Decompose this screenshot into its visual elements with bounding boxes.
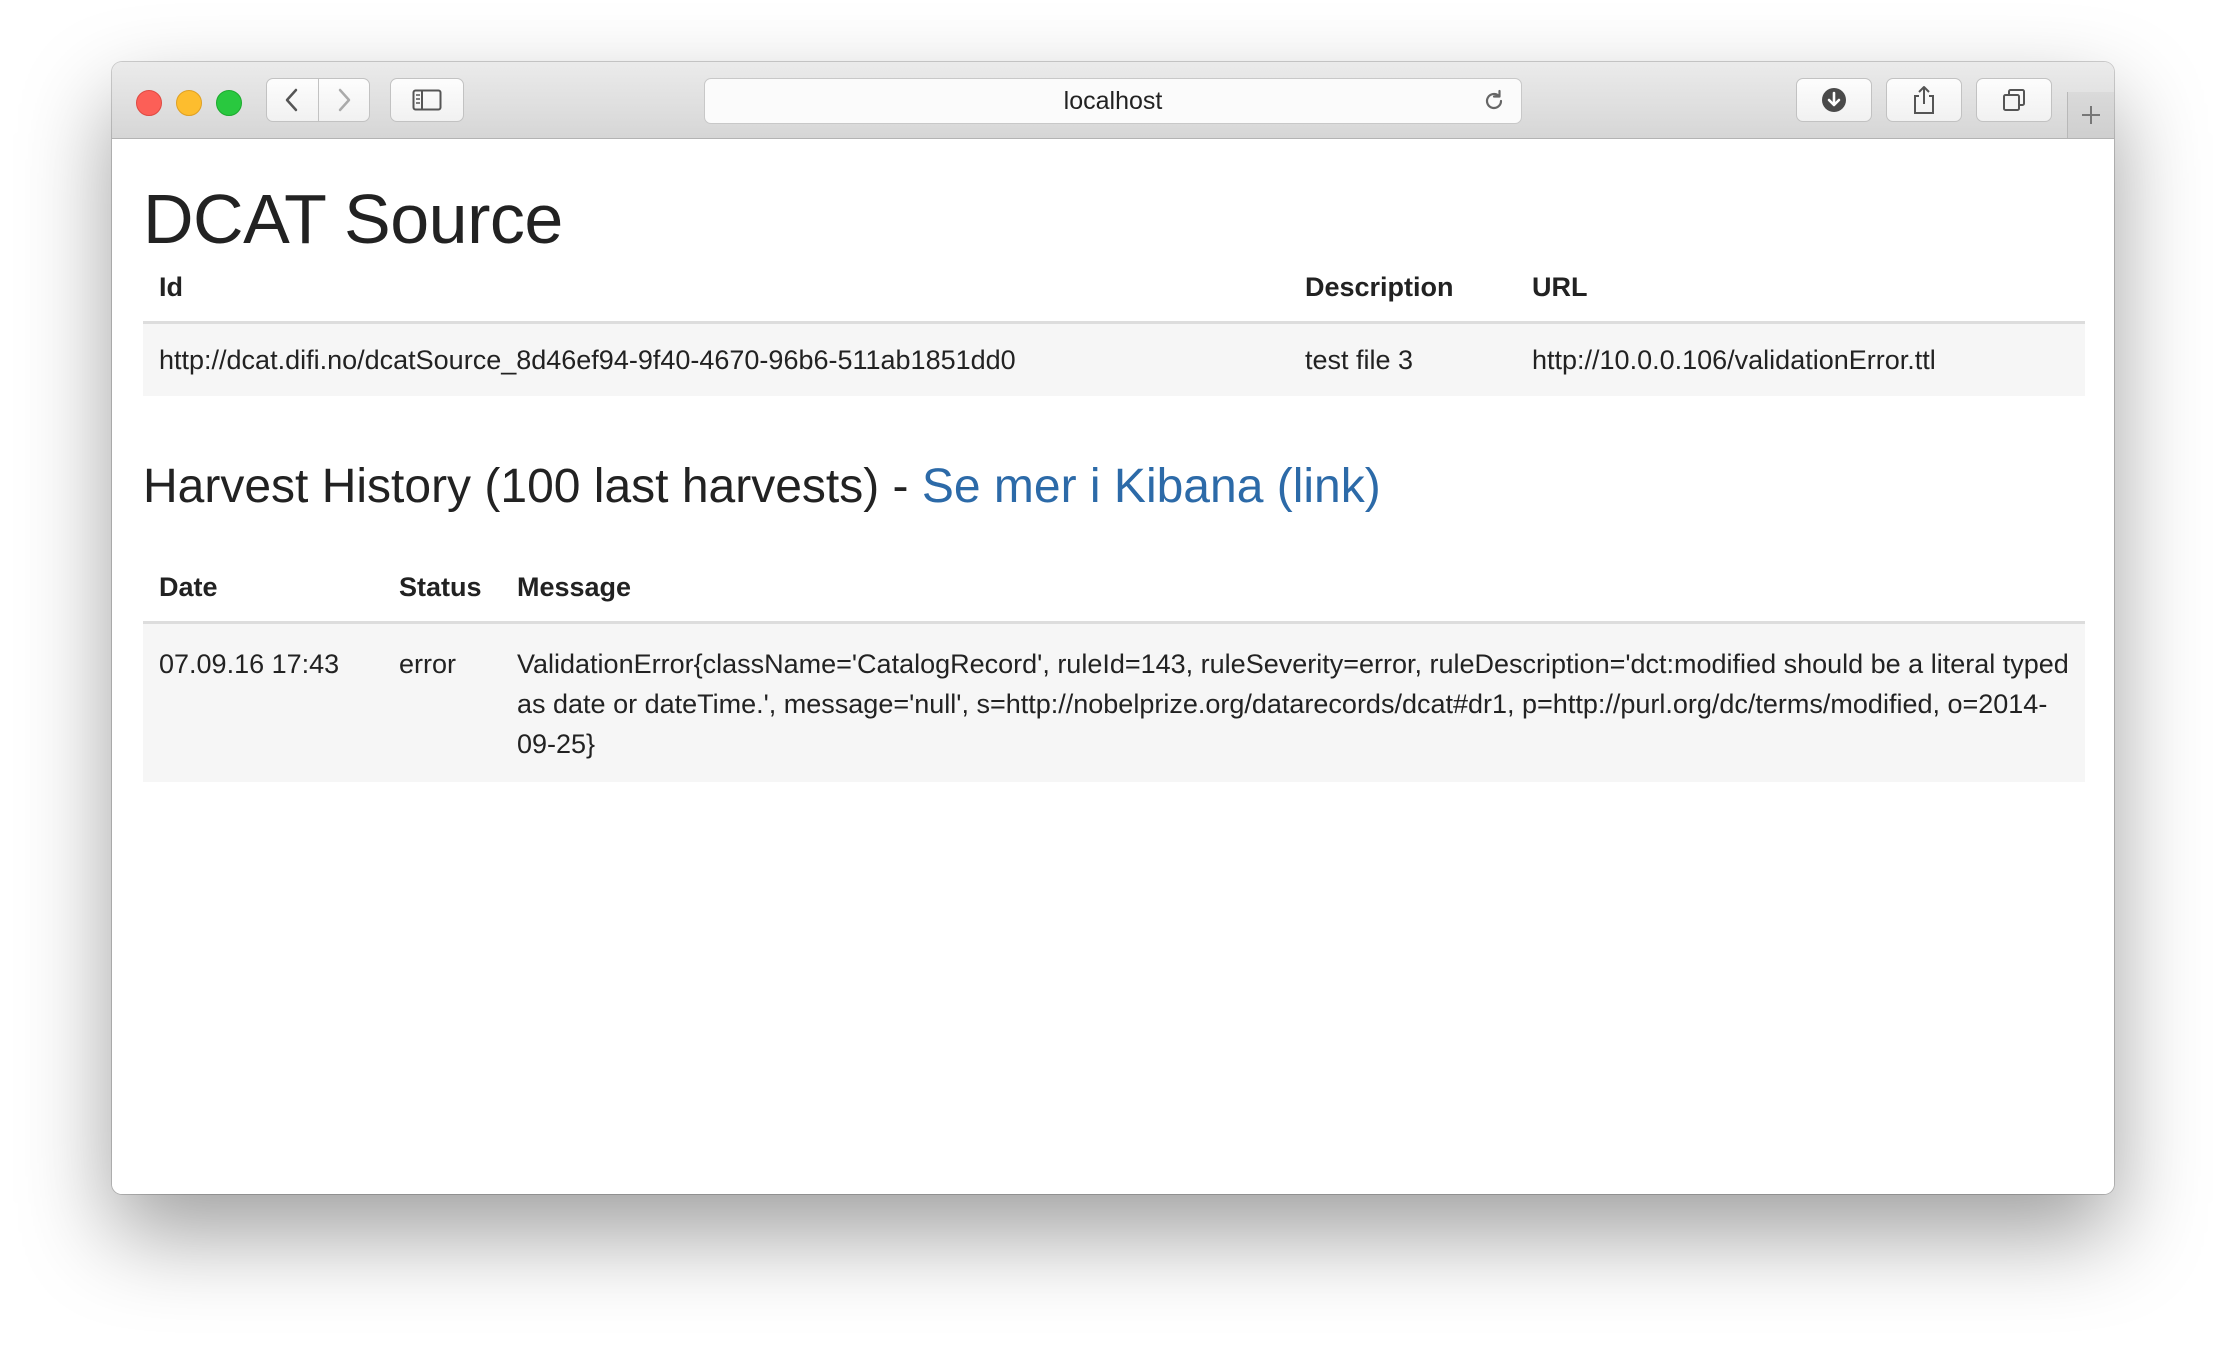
source-id-cell: http://dcat.difi.no/dcatSource_8d46ef94-… bbox=[143, 322, 1289, 396]
sidebar-icon bbox=[412, 89, 442, 111]
chevron-left-icon bbox=[286, 88, 298, 112]
column-header-message: Message bbox=[501, 553, 2085, 624]
address-bar[interactable]: localhost bbox=[704, 78, 1522, 124]
page-content: DCAT Source Id Description URL http://dc… bbox=[112, 139, 2114, 1194]
column-header-url: URL bbox=[1516, 253, 2085, 324]
source-description-cell: test file 3 bbox=[1289, 322, 1516, 396]
minimize-window-button[interactable] bbox=[176, 90, 202, 116]
column-header-status: Status bbox=[383, 553, 501, 624]
table-header-row: Date Status Message bbox=[143, 553, 2085, 624]
harvest-history-table: Date Status Message 07.09.16 17:43 error… bbox=[143, 553, 2085, 782]
chevron-right-icon bbox=[338, 88, 350, 112]
download-icon bbox=[1822, 88, 1846, 112]
back-button[interactable] bbox=[267, 79, 318, 121]
address-text: localhost bbox=[1063, 86, 1163, 115]
browser-window: localhost DCAT Source Id Description URL… bbox=[112, 62, 2114, 1194]
column-header-id: Id bbox=[143, 253, 1289, 324]
reload-icon[interactable] bbox=[1481, 88, 1507, 121]
plus-icon bbox=[2082, 106, 2100, 124]
kibana-link[interactable]: Se mer i Kibana (link) bbox=[922, 460, 1381, 513]
navigation-buttons bbox=[266, 78, 370, 122]
table-row: http://dcat.difi.no/dcatSource_8d46ef94-… bbox=[143, 322, 2085, 396]
harvest-message-cell: ValidationError{className='CatalogRecord… bbox=[501, 622, 2085, 782]
harvest-history-heading: Harvest History (100 last harvests) - Se… bbox=[143, 459, 1381, 514]
column-header-description: Description bbox=[1289, 253, 1516, 324]
forward-button[interactable] bbox=[317, 79, 370, 121]
sidebar-button[interactable] bbox=[390, 78, 464, 122]
column-header-date: Date bbox=[143, 553, 383, 624]
share-icon bbox=[1914, 86, 1934, 114]
page-title: DCAT Source bbox=[143, 180, 563, 258]
source-url-cell: http://10.0.0.106/validationError.ttl bbox=[1516, 322, 2085, 396]
table-header-row: Id Description URL bbox=[143, 253, 2085, 324]
browser-toolbar: localhost bbox=[112, 62, 2114, 139]
tabs-icon bbox=[2003, 89, 2025, 111]
tabs-overview-button[interactable] bbox=[1976, 78, 2052, 122]
downloads-button[interactable] bbox=[1796, 78, 1872, 122]
harvest-history-title: Harvest History (100 last harvests) - bbox=[143, 460, 922, 513]
new-tab-button[interactable] bbox=[2067, 92, 2114, 138]
harvest-date-cell: 07.09.16 17:43 bbox=[143, 622, 383, 782]
table-row: 07.09.16 17:43 error ValidationError{cla… bbox=[143, 622, 2085, 782]
close-window-button[interactable] bbox=[136, 90, 162, 116]
harvest-status-cell: error bbox=[383, 622, 501, 782]
maximize-window-button[interactable] bbox=[216, 90, 242, 116]
dcat-source-table: Id Description URL http://dcat.difi.no/d… bbox=[143, 253, 2085, 396]
share-button[interactable] bbox=[1886, 78, 1962, 122]
